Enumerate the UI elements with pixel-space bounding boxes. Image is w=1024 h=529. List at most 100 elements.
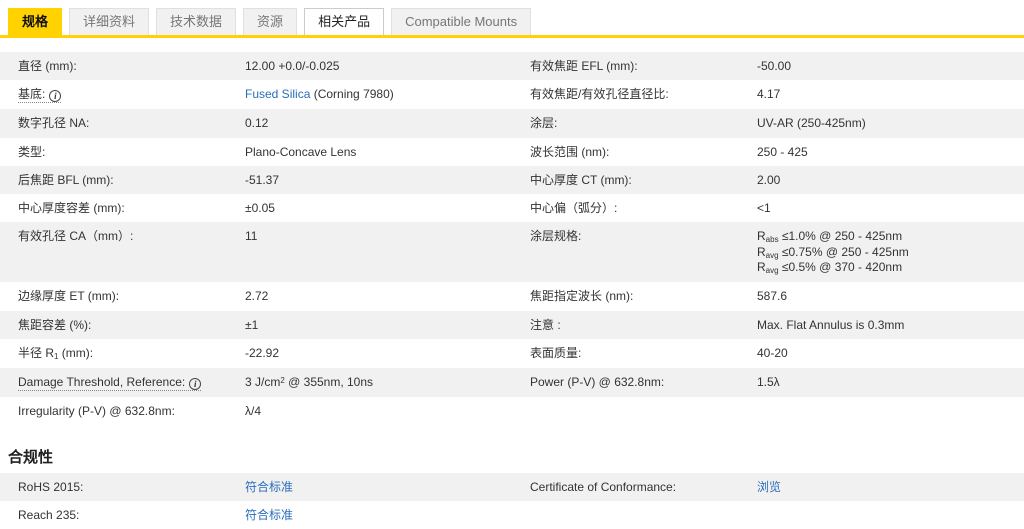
spec-cell-right: Certificate of Conformance: 浏览: [512, 473, 1024, 501]
spec-label: 有效焦距/有效孔径直径比:: [530, 87, 669, 102]
spec-cell-left: 边缘厚度 ET (mm): 2.72: [0, 282, 512, 310]
spec-label: Damage Threshold, Reference: i: [0, 375, 245, 392]
spec-label: 表面质量:: [530, 345, 582, 360]
table-row: 边缘厚度 ET (mm): 2.72 焦距指定波长 (nm): 587.6: [0, 282, 1024, 310]
value-link[interactable]: 符合标准: [245, 508, 293, 522]
spec-cell-right: [512, 501, 1024, 529]
spec-label: Power (P-V) @ 632.8nm:: [530, 375, 665, 390]
spec-label: 涂层:: [530, 116, 558, 131]
spec-value: -51.37: [245, 172, 280, 187]
table-row: 中心厚度容差 (mm): ±0.05 中心偏（弧分）: <1: [0, 194, 1024, 222]
spec-label: 中心偏（弧分）:: [530, 200, 618, 215]
spec-value: 2.00: [757, 172, 781, 187]
spec-value: Fused Silica (Corning 7980): [245, 87, 512, 101]
spec-label: 注意 :: [530, 317, 561, 332]
spec-cell-left: 半径 R1 (mm): -22.92: [0, 339, 512, 368]
spec-cell-left: 中心厚度容差 (mm): ±0.05: [0, 194, 512, 222]
spec-value: Rabs ≤1.0% @ 250 - 425nm Ravg ≤0.75% @ 25…: [757, 229, 909, 275]
tab-详细资料[interactable]: 详细资料: [69, 8, 150, 35]
tab-label: Compatible Mounts: [405, 14, 518, 29]
spec-cell-left: 数字孔径 NA: 0.12: [0, 109, 512, 137]
tab-label: 详细资料: [83, 14, 136, 29]
spec-label: 焦距容差 (%):: [18, 317, 92, 332]
spec-value: -22.92: [245, 345, 280, 360]
spec-cell-right: 焦距指定波长 (nm): 587.6: [512, 282, 1024, 310]
spec-value: -50.00: [757, 59, 792, 73]
tab-label: 技术数据: [170, 14, 223, 29]
spec-cell-left: 有效孔径 CA（mm）: 11: [0, 222, 512, 282]
table-row: 基底: i Fused Silica (Corning 7980) 有效焦距/有效…: [0, 80, 1024, 109]
tab-label: 资源: [257, 14, 284, 29]
info-icon[interactable]: i: [189, 378, 202, 391]
tab-规格[interactable]: 规格: [8, 8, 63, 35]
spec-value: ±0.05: [245, 200, 275, 215]
info-icon[interactable]: i: [49, 90, 62, 103]
spec-label: 数字孔径 NA:: [18, 116, 90, 131]
tab-label: 规格: [22, 14, 49, 29]
spec-cell-left: 直径 (mm): 12.00 +0.0/-0.025: [0, 52, 512, 80]
tab-资源[interactable]: 资源: [243, 8, 298, 35]
spec-label: 直径 (mm):: [18, 59, 77, 73]
spec-value: ±1: [245, 317, 259, 332]
spec-label: Irregularity (P-V) @ 632.8nm:: [18, 404, 175, 419]
spec-cell-left: RoHS 2015: 符合标准: [0, 473, 512, 501]
spec-cell-right: 有效焦距 EFL (mm): -50.00: [512, 52, 1024, 80]
spec-cell-right: 有效焦距/有效孔径直径比: 4.17: [512, 80, 1024, 109]
spec-label: Certificate of Conformance:: [530, 479, 677, 494]
spec-label: Reach 235:: [18, 507, 80, 522]
spec-cell-left: 类型: Plano-Concave Lens: [0, 138, 512, 166]
spec-cell-right: 波长范围 (nm): 250 - 425: [512, 138, 1024, 166]
spec-value: 0.12: [245, 116, 269, 131]
table-row: RoHS 2015: 符合标准 Certificate of Conforman…: [0, 472, 1024, 501]
spec-value: <1: [757, 200, 771, 215]
value-link[interactable]: 浏览: [757, 480, 781, 494]
tab-bar: 规格 详细资料 技术数据 资源 相关产品 Compatible Mounts: [0, 0, 1024, 38]
tab-相关产品[interactable]: 相关产品: [304, 8, 385, 35]
spec-cell-left: Damage Threshold, Reference: i 3 J/cm2 @ …: [0, 368, 512, 397]
spec-value: Max. Flat Annulus is 0.3mm: [757, 317, 905, 332]
tab-Compatible Mounts[interactable]: Compatible Mounts: [391, 8, 532, 35]
spec-cell-right: 注意 : Max. Flat Annulus is 0.3mm: [512, 311, 1024, 339]
value-suffix: (Corning 7980): [310, 87, 394, 102]
spec-cell-right: 涂层规格: Rabs ≤1.0% @ 250 - 425nm Ravg ≤0.75…: [512, 222, 1024, 282]
spec-value: 符合标准: [245, 508, 512, 522]
spec-value: UV-AR (250-425nm): [757, 116, 866, 131]
spec-label: 中心厚度容差 (mm):: [18, 200, 125, 215]
spec-cell-left: 后焦距 BFL (mm): -51.37: [0, 166, 512, 194]
table-row: 有效孔径 CA（mm）: 11 涂层规格: Rabs ≤1.0% @ 250 -…: [0, 222, 1024, 283]
spec-cell-right: Power (P-V) @ 632.8nm: 1.5λ: [512, 368, 1024, 397]
spec-cell-left: Reach 235: 符合标准: [0, 501, 512, 529]
compliance-heading: 合规性: [8, 448, 54, 466]
spec-cell-right: 表面质量: 40-20: [512, 339, 1024, 368]
spec-value: 符合标准: [245, 480, 512, 494]
spec-value: 浏览: [757, 480, 1024, 494]
table-row: Irregularity (P-V) @ 632.8nm: λ/4: [0, 397, 1024, 425]
tab-label: 相关产品: [318, 14, 371, 29]
spec-label: 有效焦距 EFL (mm):: [530, 59, 638, 73]
spec-value: 1.5λ: [757, 375, 780, 390]
table-row: 半径 R1 (mm): -22.92 表面质量: 40-20: [0, 339, 1024, 368]
table-row: 直径 (mm): 12.00 +0.0/-0.025 有效焦距 EFL (mm)…: [0, 52, 1024, 81]
value-link[interactable]: Fused Silica: [245, 87, 310, 101]
spec-label: 类型:: [18, 144, 46, 159]
spec-value: Plano-Concave Lens: [245, 144, 357, 159]
spec-value: 40-20: [757, 345, 788, 360]
table-row: Damage Threshold, Reference: i 3 J/cm2 @ …: [0, 368, 1024, 398]
spec-value: 250 - 425: [757, 144, 808, 159]
spec-value: 587.6: [757, 289, 788, 304]
table-row: 类型: Plano-Concave Lens 波长范围 (nm): 250 - …: [0, 138, 1024, 166]
spec-cell-right: 中心偏（弧分）: <1: [512, 194, 1024, 222]
spec-label: 涂层规格:: [530, 229, 582, 244]
spec-cell-right: 涂层: UV-AR (250-425nm): [512, 109, 1024, 137]
spec-label: 焦距指定波长 (nm):: [530, 289, 634, 304]
spec-cell-left: Irregularity (P-V) @ 632.8nm: λ/4: [0, 397, 512, 425]
value-link[interactable]: 符合标准: [245, 480, 293, 494]
spec-cell-left: 基底: i Fused Silica (Corning 7980): [0, 80, 512, 109]
spec-value: 11: [245, 229, 258, 244]
tab-技术数据[interactable]: 技术数据: [156, 8, 237, 35]
spec-label: RoHS 2015:: [18, 479, 84, 494]
spec-cell-right: [512, 397, 1024, 425]
spec-label: 基底: i: [0, 87, 245, 104]
table-row: Reach 235: 符合标准: [0, 501, 1024, 529]
spec-value: 4.17: [757, 87, 781, 102]
